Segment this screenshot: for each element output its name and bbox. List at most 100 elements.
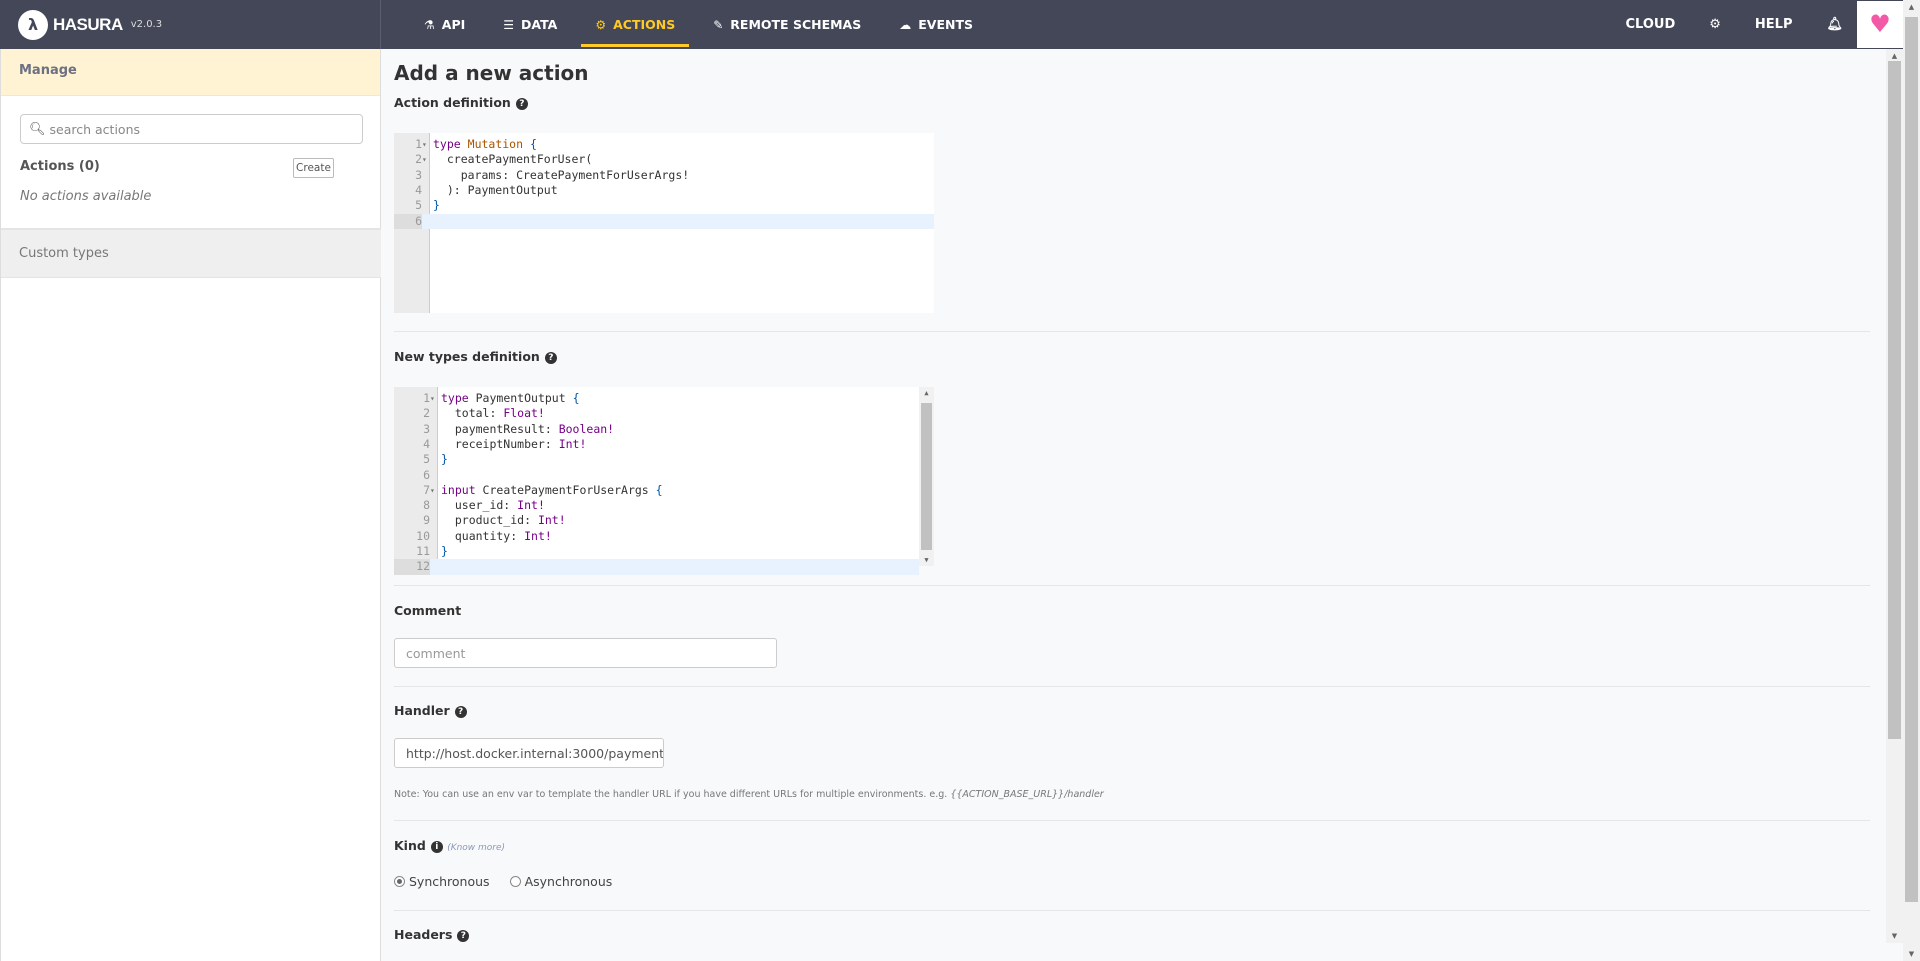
help-question-icon[interactable]: ? bbox=[544, 352, 557, 364]
types-definition-editor[interactable]: ▲ ▼ 1 ▾ type PaymentOutput {2 total: Float… bbox=[394, 387, 934, 575]
comment-label: Comment bbox=[394, 603, 462, 618]
code-token: type bbox=[433, 137, 461, 151]
help-link[interactable]: HELP bbox=[1755, 17, 1793, 32]
top-nav: λ HASURA v2.0.3 ⚗ API ☰ DATA ⚙ ACTIONS ✎ REMOTE… bbox=[0, 0, 1903, 49]
nav-events[interactable]: ☁ EVENTS bbox=[885, 0, 987, 49]
nav-actions[interactable]: ⚙ ACTIONS bbox=[581, 0, 690, 49]
line-number: 9 bbox=[423, 513, 430, 528]
editor-scrollbar[interactable]: ▲ ▼ bbox=[919, 387, 934, 566]
line-number: 8 bbox=[423, 498, 430, 513]
sidebar-custom-types[interactable]: Custom types bbox=[1, 228, 381, 278]
kind-label: Kind i (Know more) bbox=[394, 838, 505, 853]
help-question-icon[interactable]: ? bbox=[515, 98, 528, 110]
scroll-up-arrow-icon[interactable]: ▲ bbox=[919, 389, 934, 397]
fold-arrow-icon[interactable]: ▾ bbox=[430, 391, 435, 406]
scroll-up-arrow-icon[interactable]: ▲ bbox=[1887, 52, 1902, 60]
code-token: { bbox=[529, 137, 537, 151]
hasura-lambda-icon: λ bbox=[18, 9, 48, 40]
plug-icon: ✎ bbox=[713, 17, 724, 32]
code-line: 9 product_id: Int! bbox=[394, 513, 919, 528]
code-line: 11} bbox=[394, 544, 919, 559]
code-text: quantity: Int! bbox=[441, 529, 552, 544]
code-line: 1 ▾ type PaymentOutput { bbox=[394, 391, 919, 406]
code-text: createPaymentForUser( bbox=[433, 152, 592, 167]
code-text: product_id: Int! bbox=[441, 513, 566, 528]
nav-api[interactable]: ⚗ API bbox=[410, 0, 479, 49]
search-actions-input[interactable]: 🔍︎ search actions bbox=[20, 114, 363, 144]
search-placeholder: search actions bbox=[49, 121, 141, 137]
sidebar-manage-header[interactable]: Manage bbox=[1, 49, 380, 96]
divider bbox=[394, 910, 1870, 911]
cogs-icon: ⚙ bbox=[595, 17, 607, 32]
radio-synchronous[interactable]: Synchronous bbox=[394, 874, 490, 889]
version-label: v2.0.3 bbox=[130, 19, 163, 30]
code-token: Boolean! bbox=[558, 421, 615, 436]
line-number: 5 bbox=[423, 452, 430, 467]
notification-bell-icon[interactable]: 🔔︎ bbox=[1826, 17, 1843, 32]
heart-icon[interactable]: ♥ bbox=[1857, 0, 1903, 48]
divider bbox=[394, 686, 1870, 687]
info-icon[interactable]: i bbox=[430, 841, 443, 853]
code-token: CreatePaymentForUserArgs bbox=[475, 482, 656, 497]
nav-label: API bbox=[441, 17, 466, 32]
page-title: Add a new action bbox=[394, 61, 589, 85]
scrollbar-thumb[interactable] bbox=[921, 403, 932, 550]
nav-label: DATA bbox=[521, 17, 558, 32]
flask-icon: ⚗ bbox=[424, 17, 435, 32]
page-scrollbar[interactable]: ▲ ▼ bbox=[1903, 0, 1920, 961]
scroll-down-arrow-icon[interactable]: ▼ bbox=[1887, 932, 1902, 940]
nav-label: REMOTE SCHEMAS bbox=[730, 17, 862, 32]
label-text: Handler bbox=[394, 703, 450, 718]
code-text: params: CreatePaymentForUserArgs! bbox=[433, 168, 690, 183]
content-scrollbar[interactable]: ▲ ▼ bbox=[1886, 49, 1903, 943]
radio-asynchronous[interactable]: Asynchronous bbox=[509, 874, 612, 889]
handler-note: Note: You can use an env var to template… bbox=[394, 789, 1104, 800]
code-token: product_id: bbox=[441, 513, 538, 528]
code-line: 7 ▾ input CreatePaymentForUserArgs { bbox=[394, 483, 919, 498]
nav-remote-schemas[interactable]: ✎ REMOTE SCHEMAS bbox=[699, 0, 875, 49]
action-definition-editor[interactable]: 1 ▾ type Mutation {2 ▾ createPaymentForUser… bbox=[394, 133, 934, 313]
handler-url-input[interactable]: http://host.docker.internal:3000/payment… bbox=[394, 738, 664, 768]
radio-button[interactable] bbox=[394, 876, 405, 887]
code-token: Float! bbox=[503, 406, 545, 421]
scrollbar-thumb[interactable] bbox=[1888, 61, 1901, 739]
line-number: 5 bbox=[415, 198, 422, 213]
scroll-down-arrow-icon[interactable]: ▼ bbox=[919, 556, 934, 564]
code-line: 2 ▾ createPaymentForUser( bbox=[394, 152, 934, 167]
scrollbar-thumb[interactable] bbox=[1905, 17, 1918, 902]
search-icon: 🔍︎ bbox=[29, 121, 46, 137]
create-action-button[interactable]: Create bbox=[293, 158, 334, 178]
comment-input[interactable]: comment bbox=[394, 638, 777, 668]
code-token: { bbox=[655, 482, 663, 497]
code-token: } bbox=[433, 198, 440, 213]
line-number: 1 bbox=[423, 391, 430, 405]
no-actions-text: No actions available bbox=[20, 189, 152, 204]
hasura-logo[interactable]: λ HASURA v2.0.3 bbox=[0, 0, 381, 49]
handler-label: Handler? bbox=[394, 703, 467, 718]
settings-gear-icon[interactable]: ⚙ bbox=[1709, 17, 1721, 32]
code-text: user_id: Int! bbox=[441, 498, 545, 513]
fold-arrow-icon[interactable]: ▾ bbox=[422, 152, 427, 167]
fold-arrow-icon[interactable]: ▾ bbox=[430, 483, 435, 498]
code-text: receiptNumber: Int! bbox=[441, 436, 587, 452]
label-text: Action definition bbox=[394, 95, 511, 110]
cloud-link[interactable]: CLOUD bbox=[1625, 17, 1675, 32]
code-token: receiptNumber: bbox=[441, 436, 559, 451]
fold-arrow-icon[interactable]: ▾ bbox=[422, 137, 427, 152]
code-line: 4 receiptNumber: Int! bbox=[394, 437, 919, 452]
code-token: type bbox=[441, 391, 469, 405]
line-number: 12 bbox=[394, 559, 430, 575]
code-text: type Mutation { bbox=[433, 137, 537, 152]
scroll-up-arrow-icon[interactable]: ▲ bbox=[1904, 3, 1919, 11]
help-question-icon[interactable]: ? bbox=[457, 930, 470, 942]
radio-button[interactable] bbox=[509, 876, 521, 887]
know-more-link[interactable]: (Know more) bbox=[447, 843, 505, 853]
line-number: 7 bbox=[423, 482, 430, 497]
nav-data[interactable]: ☰ DATA bbox=[489, 0, 571, 49]
code-token: createPaymentForUser( bbox=[433, 152, 593, 167]
help-question-icon[interactable]: ? bbox=[454, 706, 467, 718]
scroll-down-arrow-icon[interactable]: ▼ bbox=[1904, 950, 1919, 958]
code-text: input CreatePaymentForUserArgs { bbox=[441, 483, 663, 498]
line-number: 10 bbox=[416, 528, 430, 543]
code-text: ): PaymentOutput bbox=[433, 183, 558, 198]
